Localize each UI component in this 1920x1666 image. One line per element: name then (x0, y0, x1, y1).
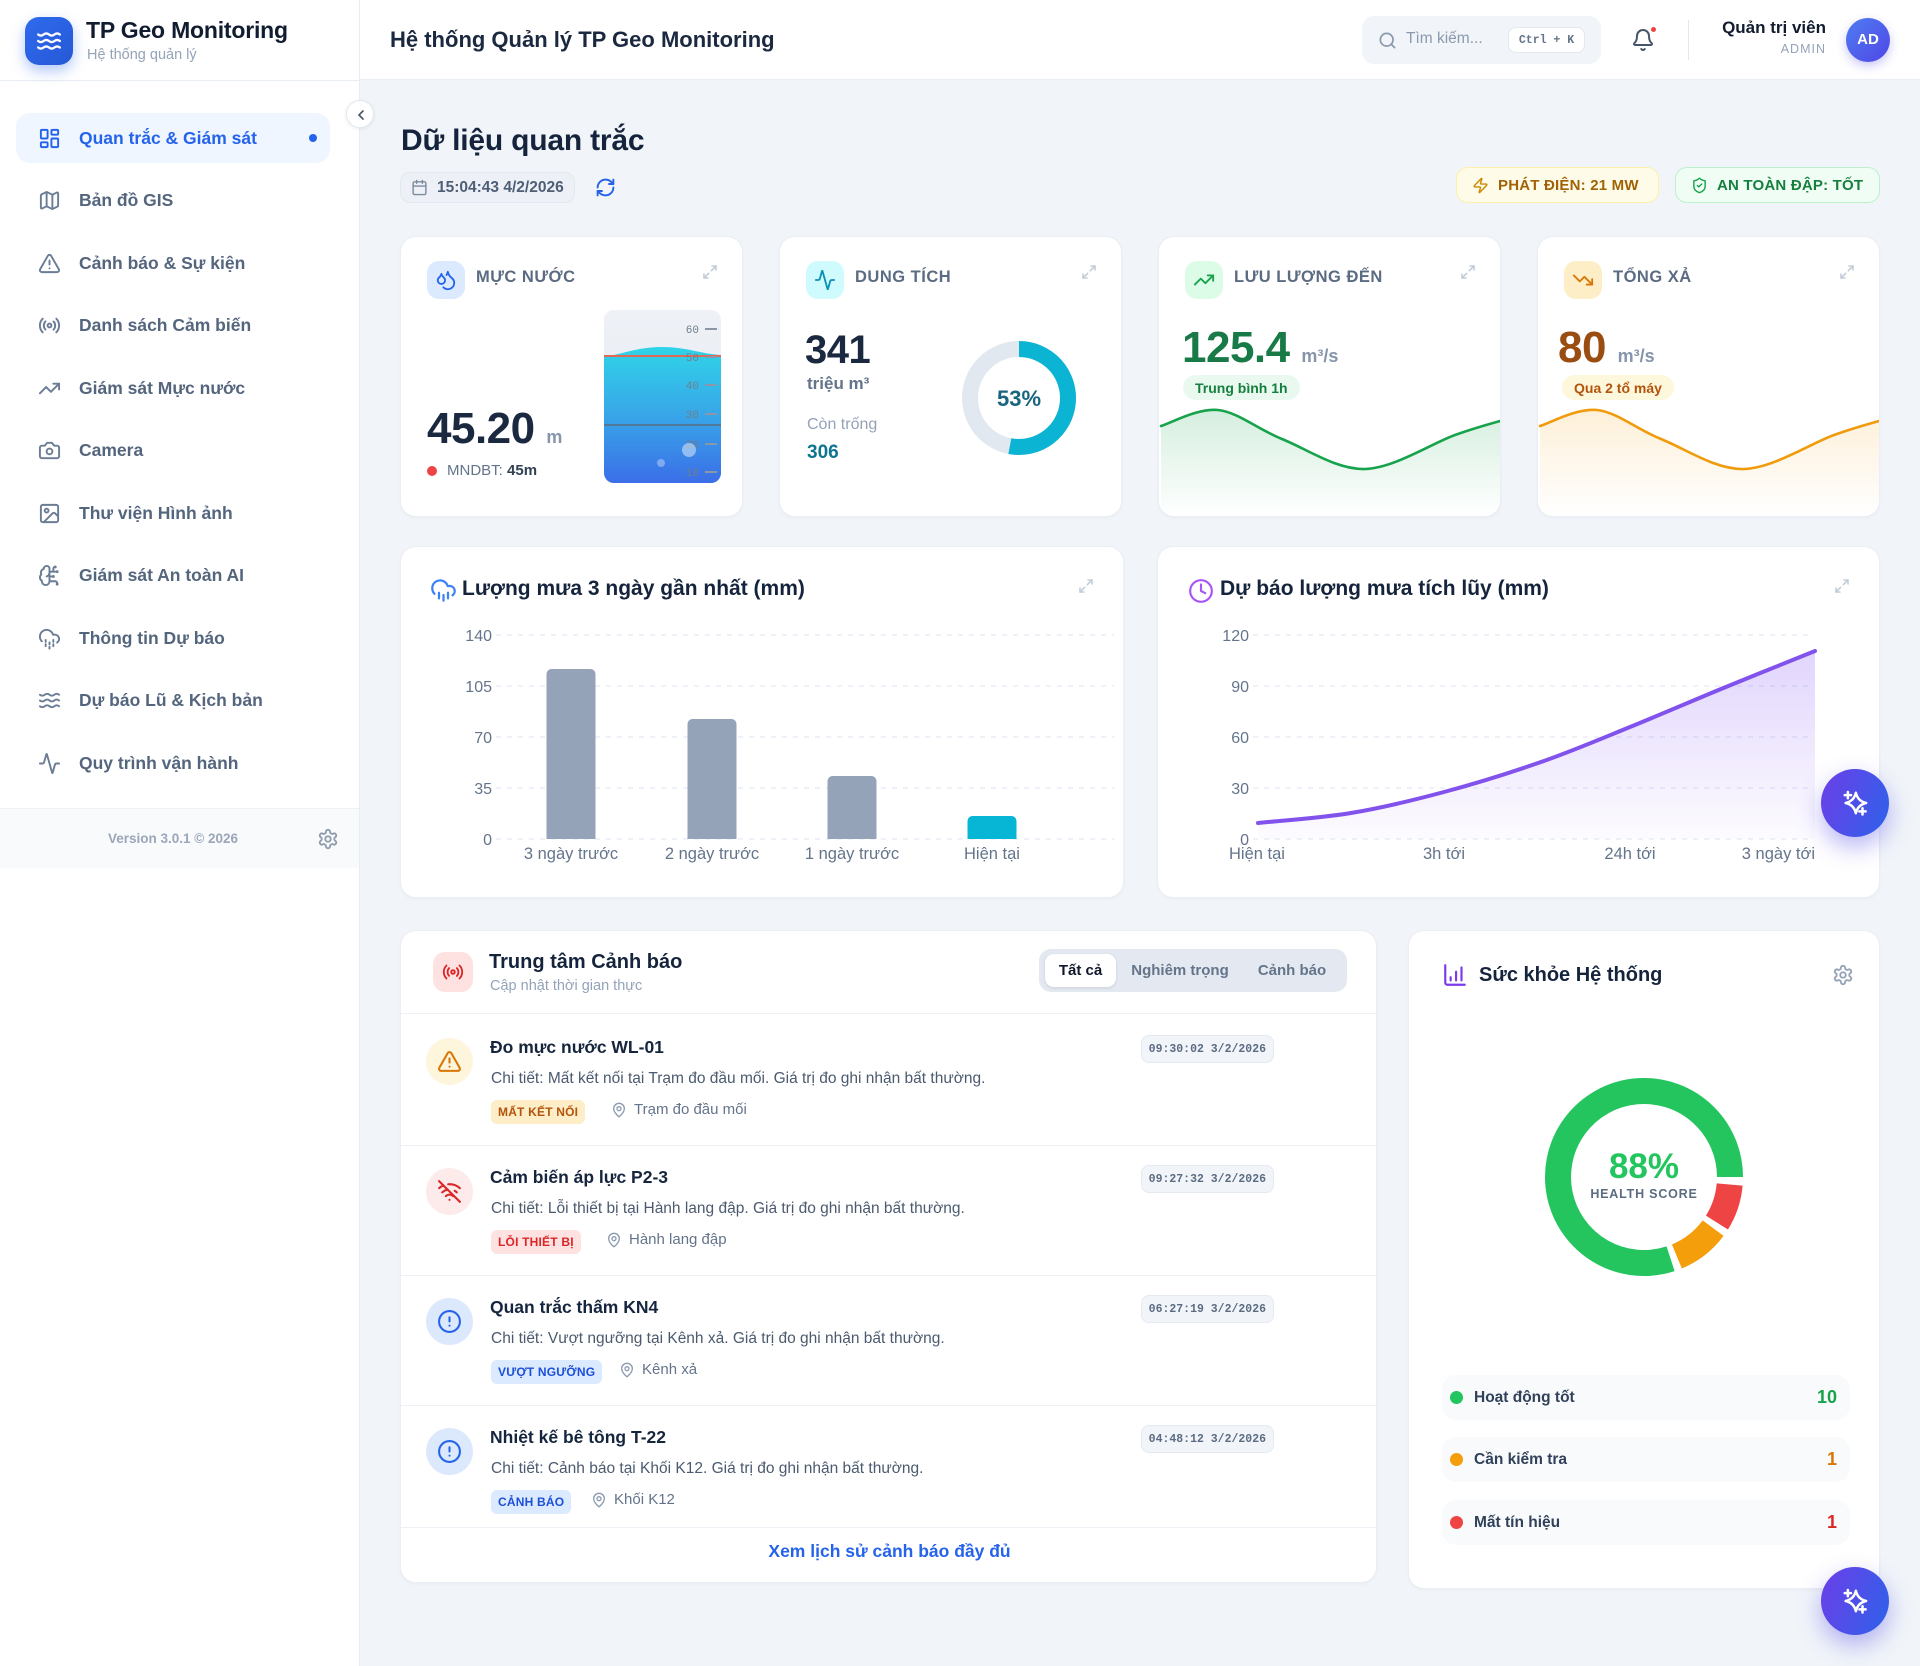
svg-text:24h tới: 24h tới (1604, 845, 1655, 863)
svg-text:Hiện tại: Hiện tại (1229, 845, 1285, 863)
svg-text:50: 50 (686, 353, 699, 365)
svg-text:140: 140 (465, 628, 492, 645)
svg-text:35: 35 (474, 781, 492, 798)
svg-text:70: 70 (474, 730, 492, 747)
svg-text:10: 10 (686, 468, 699, 480)
svg-text:90: 90 (1231, 679, 1249, 696)
svg-text:30: 30 (1231, 781, 1249, 798)
svg-text:60: 60 (1231, 730, 1249, 747)
svg-text:40: 40 (686, 381, 699, 393)
svg-text:1 ngày trước: 1 ngày trước (805, 845, 899, 863)
svg-text:0: 0 (483, 832, 492, 849)
svg-text:3 ngày tới: 3 ngày tới (1742, 845, 1815, 863)
svg-text:60: 60 (686, 325, 699, 337)
svg-text:88%: 88% (1609, 1147, 1679, 1186)
svg-text:30: 30 (686, 410, 699, 422)
svg-text:3h tới: 3h tới (1423, 845, 1465, 863)
svg-text:3 ngày trước: 3 ngày trước (524, 845, 618, 863)
svg-text:Hiện tại: Hiện tại (964, 845, 1020, 863)
svg-text:53%: 53% (997, 386, 1041, 411)
svg-text:HEALTH SCORE: HEALTH SCORE (1590, 1187, 1697, 1201)
svg-text:105: 105 (465, 679, 492, 696)
svg-text:2 ngày trước: 2 ngày trước (665, 845, 759, 863)
svg-text:120: 120 (1222, 628, 1249, 645)
